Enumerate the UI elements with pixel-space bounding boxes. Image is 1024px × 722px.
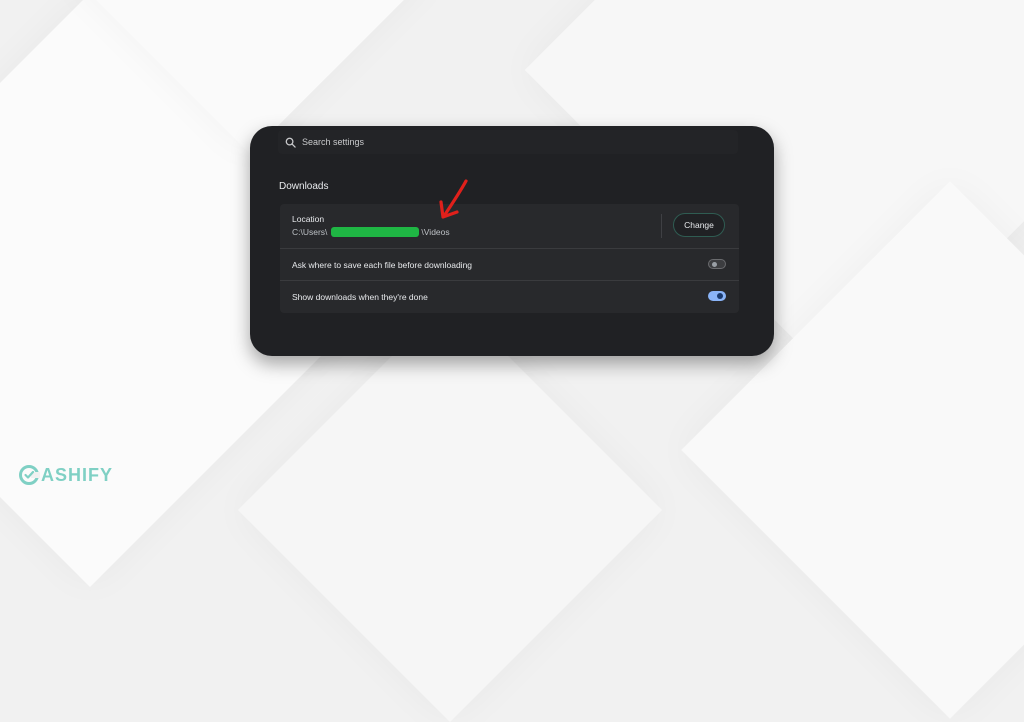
vertical-divider — [661, 214, 662, 238]
search-input[interactable]: Search settings — [302, 137, 364, 147]
annotation-arrow-icon — [436, 178, 470, 227]
brand-logo: ASHIFY — [18, 464, 113, 486]
toggle-knob — [717, 293, 723, 299]
location-label: Location — [292, 214, 325, 224]
location-path-prefix: C:\Users\ — [292, 227, 328, 237]
settings-window: Search settings Downloads Location C:\Us… — [250, 126, 774, 356]
search-bar[interactable]: Search settings — [278, 130, 738, 154]
location-path-suffix: \Videos — [421, 227, 450, 237]
show-when-done-label: Show downloads when they're done — [292, 292, 428, 302]
redacted-username — [331, 227, 420, 237]
cashify-c-logo-icon — [18, 464, 40, 486]
section-title-downloads: Downloads — [279, 181, 329, 192]
ask-where-label: Ask where to save each file before downl… — [292, 260, 473, 270]
ask-where-toggle[interactable] — [708, 259, 726, 269]
location-row: Location C:\Users\ \Videos Change — [280, 204, 739, 249]
change-location-button[interactable]: Change — [673, 213, 725, 237]
search-icon — [282, 134, 298, 150]
show-when-done-row: Show downloads when they're done — [280, 280, 739, 313]
downloads-settings-panel: Location C:\Users\ \Videos Change Ask wh… — [280, 204, 739, 313]
location-path: C:\Users\ \Videos — [292, 227, 450, 237]
show-when-done-toggle[interactable] — [708, 291, 726, 301]
ask-where-row: Ask where to save each file before downl… — [280, 248, 739, 281]
brand-name: ASHIFY — [41, 464, 114, 485]
toggle-knob — [712, 262, 717, 267]
